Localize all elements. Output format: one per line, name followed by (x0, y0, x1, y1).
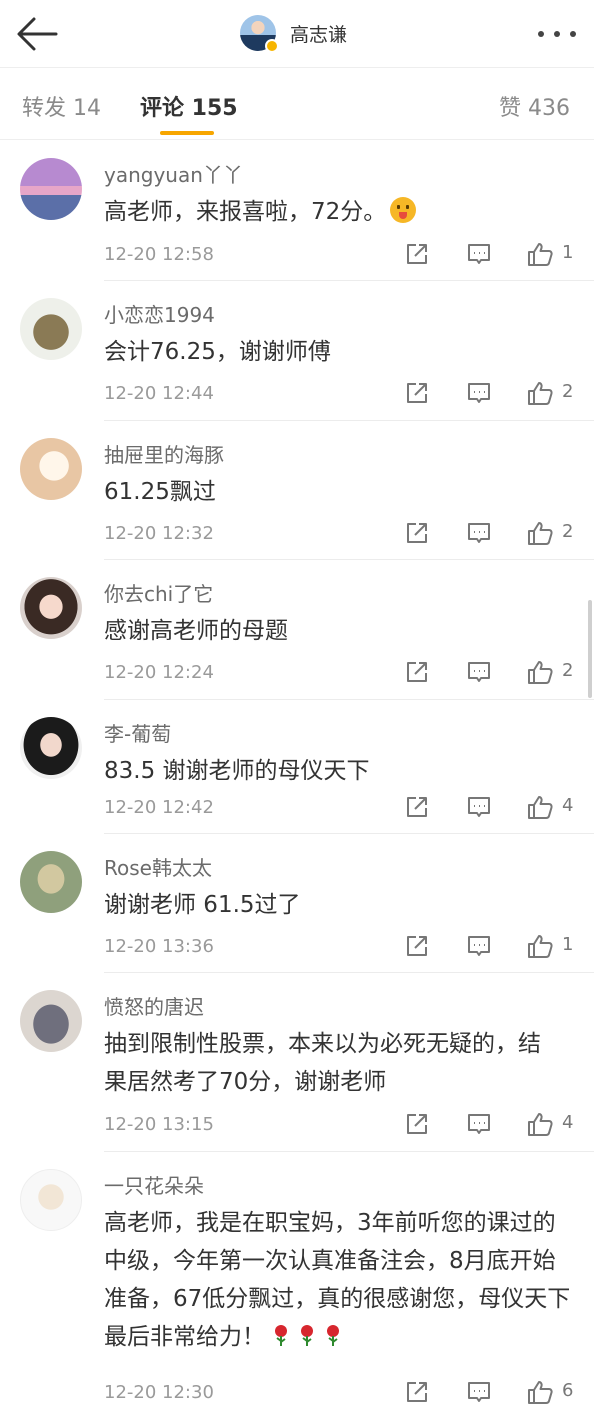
tongue-emoji-icon (390, 197, 417, 223)
like-count: 4 (562, 795, 574, 816)
thumbs-up-icon[interactable] (526, 933, 554, 963)
tab-like[interactable]: 赞 436 (499, 90, 570, 122)
comment-icon[interactable] (466, 1379, 492, 1408)
comment-text: 高老师，来报喜啦，72分。 (104, 193, 574, 231)
thumbs-up-icon[interactable] (526, 1111, 554, 1141)
comment-text: 抽到限制性股票，本来以为必死无疑的，结果居然考了70分，谢谢老师 (104, 1031, 541, 1095)
like-count: 6 (562, 1380, 574, 1401)
commenter-name[interactable]: 你去chi了它 (104, 578, 213, 607)
comment-actions: 2 (404, 380, 582, 408)
like-count: 2 (562, 381, 574, 402)
thumbs-up-icon[interactable] (526, 520, 554, 550)
thumbs-up-icon[interactable] (526, 659, 554, 689)
rose-emoji-icon (301, 1325, 313, 1346)
list-item: 一只花朵朵 高老师，我是在职宝妈，3年前听您的课过的中级，今年第一次认真准备注会… (20, 1152, 594, 1408)
share-icon[interactable] (404, 380, 430, 410)
more-options-icon[interactable] (538, 24, 576, 44)
avatar[interactable] (20, 298, 82, 360)
commenter-name[interactable]: 抽屉里的海豚 (104, 439, 224, 468)
comment-text: 61.25飘过 (104, 479, 216, 505)
comment-list: yangyuan丫丫 高老师，来报喜啦，72分。 12-20 12:58 1 小… (0, 141, 594, 1408)
share-icon[interactable] (404, 520, 430, 550)
thumbs-up-icon[interactable] (526, 794, 554, 824)
comment-actions: 1 (404, 933, 582, 961)
thumbs-up-icon[interactable] (526, 241, 554, 271)
share-icon[interactable] (404, 241, 430, 271)
comment-icon[interactable] (466, 380, 492, 410)
list-item: yangyuan丫丫 高老师，来报喜啦，72分。 12-20 12:58 1 (20, 141, 594, 281)
list-item: 抽屉里的海豚 61.25飘过 12-20 12:32 2 (20, 421, 594, 560)
page-title: 高志谦 (290, 23, 348, 46)
share-icon[interactable] (404, 1111, 430, 1141)
share-icon[interactable] (404, 933, 430, 963)
avatar[interactable] (20, 438, 82, 500)
comment-icon[interactable] (466, 933, 492, 963)
comment-actions: 6 (404, 1379, 582, 1407)
rose-emoji-icon (327, 1325, 339, 1346)
comment-icon[interactable] (466, 520, 492, 550)
comment-icon[interactable] (466, 241, 492, 271)
scrollbar[interactable] (588, 600, 592, 698)
commenter-name[interactable]: 小恋恋1994 (104, 299, 215, 328)
comment-time: 12-20 13:36 (104, 936, 214, 957)
top-bar: 高志谦 (0, 0, 594, 68)
comment-time: 12-20 12:44 (104, 383, 214, 404)
comment-text: 会计76.25，谢谢师傅 (104, 339, 331, 365)
commenter-name[interactable]: yangyuan丫丫 (104, 159, 243, 188)
commenter-name[interactable]: Rose韩太太 (104, 852, 212, 881)
like-count: 2 (562, 521, 574, 542)
tab-comment[interactable]: 评论 155 (140, 90, 238, 122)
comment-time: 12-20 13:15 (104, 1114, 214, 1135)
thumbs-up-icon[interactable] (526, 380, 554, 410)
comment-icon[interactable] (466, 659, 492, 689)
comment-time: 12-20 12:30 (104, 1382, 214, 1403)
avatar[interactable] (240, 15, 279, 53)
list-item: Rose韩太太 谢谢老师 61.5过了 12-20 13:36 1 (20, 834, 594, 973)
like-count: 2 (562, 660, 574, 681)
comment-text: 谢谢老师 61.5过了 (104, 892, 301, 918)
like-count: 4 (562, 1112, 574, 1133)
active-tab-indicator (160, 131, 214, 135)
avatar[interactable] (20, 717, 82, 779)
comment-actions: 4 (404, 1111, 582, 1139)
commenter-name[interactable]: 李-葡萄 (104, 718, 171, 747)
avatar[interactable] (20, 1169, 82, 1231)
list-item: 愤怒的唐迟 抽到限制性股票，本来以为必死无疑的，结果居然考了70分，谢谢老师 1… (20, 973, 594, 1152)
commenter-name[interactable]: 一只花朵朵 (104, 1170, 204, 1199)
commenter-name[interactable]: 愤怒的唐迟 (104, 991, 204, 1020)
comment-time: 12-20 12:24 (104, 662, 214, 683)
comment-icon[interactable] (466, 794, 492, 824)
list-item: 李-葡萄 83.5 谢谢老师的母仪天下 12-20 12:42 4 (20, 700, 594, 834)
avatar[interactable] (20, 851, 82, 913)
comment-actions: 2 (404, 659, 582, 687)
avatar[interactable] (20, 577, 82, 639)
tab-repost[interactable]: 转发 14 (22, 90, 101, 122)
list-item: 小恋恋1994 会计76.25，谢谢师傅 12-20 12:44 2 (20, 281, 594, 421)
share-icon[interactable] (404, 1379, 430, 1408)
comment-text: 83.5 谢谢老师的母仪天下 (104, 758, 370, 784)
comment-actions: 2 (404, 520, 582, 548)
avatar[interactable] (20, 990, 82, 1052)
like-count: 1 (562, 934, 574, 955)
comment-actions: 4 (404, 794, 582, 822)
comment-icon[interactable] (466, 1111, 492, 1141)
back-arrow-icon[interactable] (14, 14, 60, 54)
share-icon[interactable] (404, 659, 430, 689)
comment-text: 感谢高老师的母题 (104, 618, 288, 644)
profile-header[interactable]: 高志谦 (240, 13, 347, 53)
thumbs-up-icon[interactable] (526, 1379, 554, 1408)
share-icon[interactable] (404, 794, 430, 824)
comment-time: 12-20 12:58 (104, 244, 214, 265)
avatar[interactable] (20, 158, 82, 220)
comment-text: 高老师，我是在职宝妈，3年前听您的课过的中级，今年第一次认真准备注会，8月底开始… (104, 1210, 571, 1350)
comment-actions: 1 (404, 241, 582, 269)
tab-bar: 转发 14 评论 155 赞 436 (0, 68, 594, 140)
verified-badge-icon (265, 39, 279, 53)
list-item: 你去chi了它 感谢高老师的母题 12-20 12:24 2 (20, 560, 594, 700)
comment-time: 12-20 12:32 (104, 523, 214, 544)
comment-time: 12-20 12:42 (104, 797, 214, 818)
rose-emoji-icon (275, 1325, 287, 1346)
like-count: 1 (562, 242, 574, 263)
